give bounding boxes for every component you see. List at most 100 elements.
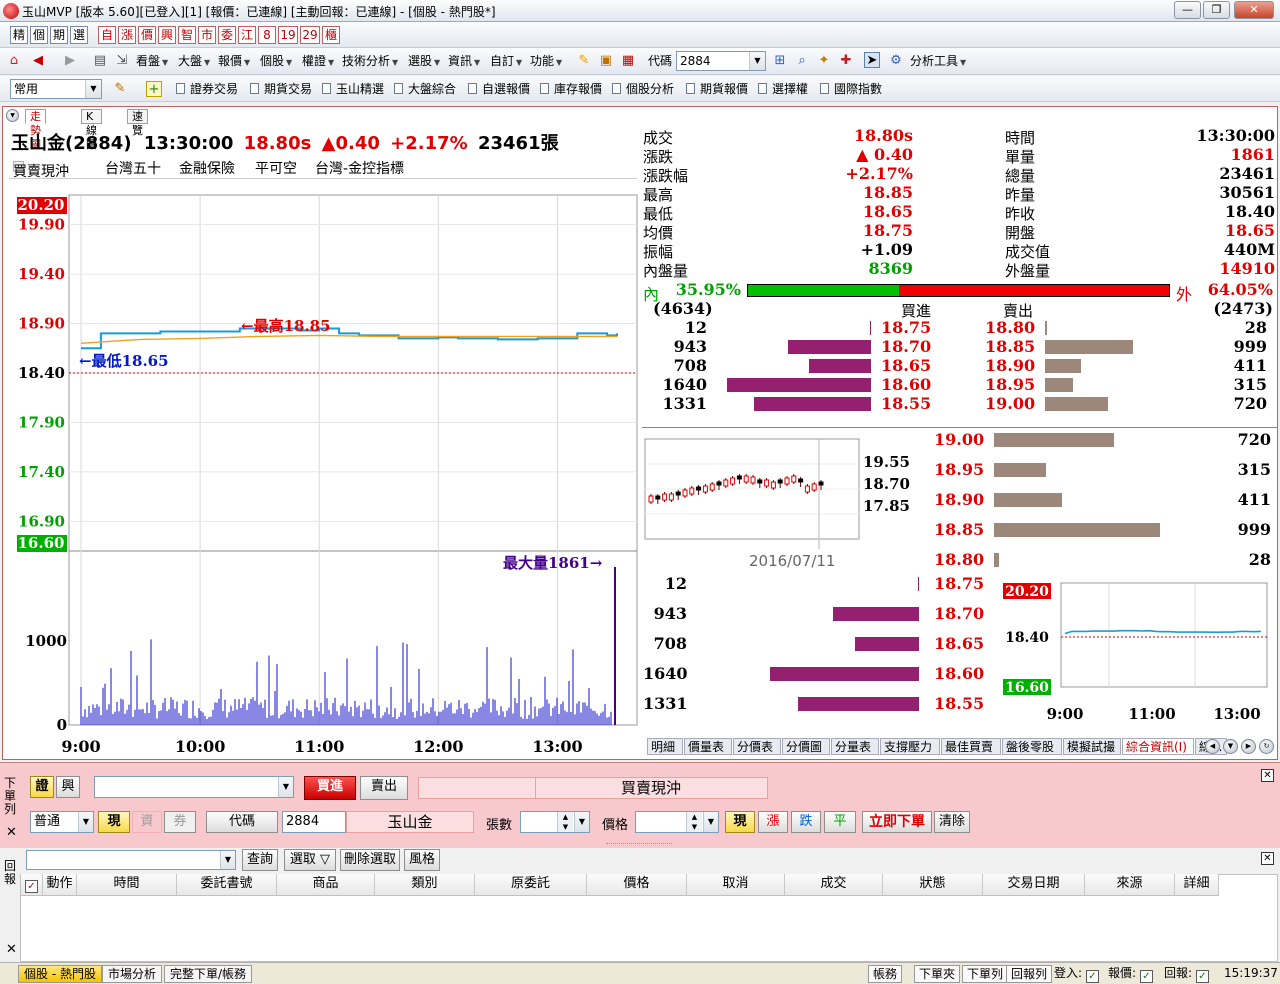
chart-search-icon[interactable]: ⊞ <box>772 53 788 69</box>
status-orderfolder-button[interactable]: 下單夾 <box>914 965 961 983</box>
detail-tab-4[interactable]: 分量表 <box>831 738 879 755</box>
detail-tab-2[interactable]: 分價表 <box>733 738 781 755</box>
layout-combo[interactable]: 常用 ▼ <box>10 79 102 99</box>
status-tab-order[interactable]: 完整下單/帳務 <box>164 965 253 983</box>
shortcut-link-4[interactable]: 自選報價 <box>468 80 530 98</box>
bid-price[interactable]: 18.70 <box>881 337 931 356</box>
pencil-icon[interactable]: ✎ <box>576 53 592 69</box>
detail-tab-8[interactable]: 模擬試撮 <box>1063 738 1121 755</box>
menu-8[interactable]: 自訂 ▼ <box>490 52 522 72</box>
quick-button-8[interactable]: 智 <box>178 26 196 44</box>
forward-icon[interactable]: ▶ <box>62 53 78 69</box>
bid-price[interactable]: 18.75 <box>881 318 931 337</box>
quick-button-4[interactable]: 自 <box>98 26 116 44</box>
menu-9[interactable]: 功能 ▼ <box>530 52 562 72</box>
flat-price-button[interactable]: 平 <box>824 811 856 833</box>
status-orderbar-button[interactable]: 下單列 <box>962 965 1009 983</box>
detail-tab-5[interactable]: 支撐壓力 <box>880 738 940 755</box>
detail-tab-1[interactable]: 價量表 <box>684 738 732 755</box>
menu-4[interactable]: 權證 ▼ <box>302 52 334 72</box>
code-button[interactable]: 代碼 <box>206 811 278 833</box>
bid-price[interactable]: 18.55 <box>881 394 931 413</box>
shortcut-link-3[interactable]: 大盤綜合 <box>394 80 456 98</box>
status-tab-market[interactable]: 市場分析 <box>102 965 163 983</box>
quick-button-13[interactable]: 19 <box>278 26 298 44</box>
quick-button-9[interactable]: 市 <box>198 26 216 44</box>
limit-up-button[interactable]: 漲 <box>758 811 788 833</box>
quick-button-7[interactable]: 興 <box>158 26 176 44</box>
close-button[interactable]: ✕ <box>1234 1 1274 19</box>
close-icon[interactable]: ✕ <box>6 942 17 957</box>
chevron-down-icon[interactable]: ▼ <box>1223 739 1238 754</box>
detail-tab-6[interactable]: 最佳買賣 <box>941 738 1001 755</box>
order-type-select[interactable]: 普通 ▼ <box>30 811 94 833</box>
report-col-0[interactable]: 動作 <box>43 874 77 896</box>
mode-emerging-button[interactable]: 興 <box>56 776 80 798</box>
sell-button[interactable]: 賣出 <box>360 776 408 800</box>
chevron-left-icon[interactable]: ◀ <box>1205 739 1220 754</box>
order-code-input[interactable]: 2884 <box>282 811 346 833</box>
status-account-button[interactable]: 帳務 <box>868 965 903 983</box>
shortcut-link-9[interactable]: 國際指數 <box>820 80 882 98</box>
alert-icon[interactable]: ✚ <box>838 53 854 69</box>
quick-button-12[interactable]: 8 <box>258 26 276 44</box>
splitter[interactable] <box>606 843 672 845</box>
home-icon[interactable]: ⌂ <box>6 53 22 69</box>
qty-input[interactable]: ▲ ▼ ▼ <box>520 811 590 833</box>
menu-7[interactable]: 資訊 ▼ <box>448 52 480 72</box>
ladder-ask-price[interactable]: 18.95 <box>934 460 984 479</box>
quick-button-11[interactable]: 江 <box>238 26 256 44</box>
report-col-8[interactable]: 成交 <box>785 874 883 896</box>
analysis-tools-icon[interactable]: ⚙ <box>888 53 904 69</box>
menu-1[interactable]: 大盤 ▼ <box>178 52 210 72</box>
detail-tab-0[interactable]: 明細 <box>647 738 683 755</box>
quick-button-14[interactable]: 29 <box>300 26 320 44</box>
ask-price[interactable]: 18.90 <box>985 356 1035 375</box>
menu-6[interactable]: 選股 ▼ <box>408 52 440 72</box>
print-icon[interactable]: ▤ <box>92 53 108 69</box>
analysis-tools-menu[interactable]: 分析工具 ▼ <box>910 52 966 72</box>
ladder-bid-price[interactable]: 18.60 <box>934 664 984 683</box>
close-icon[interactable]: ✕ <box>6 825 17 840</box>
ladder-ask-price[interactable]: 18.85 <box>934 520 984 539</box>
chevron-down-icon[interactable]: ▼ <box>749 52 765 70</box>
ladder-bid-price[interactable]: 18.70 <box>934 604 984 623</box>
chevron-down-icon[interactable]: ▼ <box>703 812 718 832</box>
ladder-ask-price[interactable]: 18.90 <box>934 490 984 509</box>
price-stepper[interactable]: ▲ ▼ <box>686 812 702 832</box>
chevron-down-icon[interactable]: ▼ <box>278 777 293 797</box>
price-input[interactable]: ▲ ▼ ▼ <box>635 811 719 833</box>
margin-button[interactable]: 資 <box>132 811 162 833</box>
search-icon[interactable]: ⌕ <box>794 53 810 69</box>
shortcut-link-1[interactable]: 期貨交易 <box>250 80 312 98</box>
chevron-right-icon[interactable]: ▶ <box>1241 739 1256 754</box>
status-reportbar-button[interactable]: 回報列 <box>1006 965 1053 983</box>
buy-button[interactable]: 買進 <box>304 776 356 800</box>
report-filter-select[interactable]: ▼ <box>26 850 236 870</box>
report-col-4[interactable]: 類別 <box>375 874 475 896</box>
ask-price[interactable]: 18.95 <box>985 375 1035 394</box>
shortcut-link-8[interactable]: 選擇權 <box>758 80 808 98</box>
menu-5[interactable]: 技術分析 ▼ <box>342 52 398 72</box>
ask-price[interactable]: 18.85 <box>985 337 1035 356</box>
bid-price[interactable]: 18.65 <box>881 356 931 375</box>
account-select[interactable]: ▼ <box>94 776 294 798</box>
report-col-9[interactable]: 狀態 <box>883 874 983 896</box>
menu-2[interactable]: 報價 ▼ <box>218 52 250 72</box>
deselect-button[interactable]: 刪除選取 <box>340 849 400 871</box>
detail-tab-3[interactable]: 分價圖 <box>782 738 830 755</box>
report-col-2[interactable]: 委託書號 <box>177 874 277 896</box>
folder-icon[interactable]: ▣ <box>598 53 614 69</box>
quick-button-2[interactable]: 期 <box>50 26 68 44</box>
quick-button-1[interactable]: 個 <box>30 26 48 44</box>
ladder-ask-price[interactable]: 19.00 <box>934 430 984 449</box>
report-col-12[interactable]: 詳細 <box>1175 874 1219 896</box>
quick-button-10[interactable]: 委 <box>218 26 236 44</box>
report-col-1[interactable]: 時間 <box>77 874 177 896</box>
add-icon[interactable]: + <box>146 81 162 97</box>
shortcut-link-5[interactable]: 庫存報價 <box>540 80 602 98</box>
refresh-icon[interactable]: ↻ <box>1259 739 1274 754</box>
pointer-icon[interactable]: ➤ <box>864 52 880 68</box>
quick-button-6[interactable]: 價 <box>138 26 156 44</box>
ask-price[interactable]: 19.00 <box>985 394 1035 413</box>
